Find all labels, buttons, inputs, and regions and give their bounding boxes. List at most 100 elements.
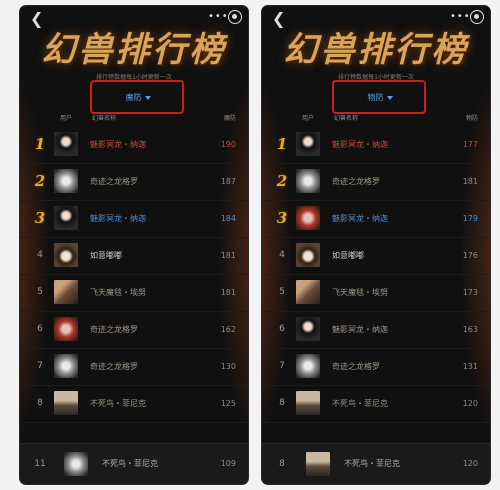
avatar <box>54 132 78 156</box>
rank-medal: 3 <box>34 209 46 227</box>
table-row[interactable]: 1 魅影冥龙・纳迦 190 <box>20 126 248 164</box>
table-row[interactable]: 8 不死鸟・菲尼克 120 <box>262 385 490 423</box>
beast-name: 魅影冥龙・纳迦 <box>332 140 388 149</box>
close-circle-icon[interactable] <box>228 10 242 24</box>
rank-number: 4 <box>37 250 43 260</box>
sort-dropdown[interactable]: 物防 <box>350 90 410 106</box>
header-name: 幻兽名称 <box>92 115 117 122</box>
rank-number: 7 <box>37 361 43 371</box>
header-user: 用户 <box>302 115 315 122</box>
my-rank-number: 11 <box>34 459 46 469</box>
beast-name: 魅影冥龙・纳迦 <box>90 140 146 149</box>
stat-value: 130 <box>220 362 236 371</box>
avatar <box>296 169 320 193</box>
header-value: 物防 <box>465 115 478 122</box>
rank-medal: 1 <box>34 135 46 153</box>
avatar <box>54 243 78 267</box>
rank-number: 8 <box>279 398 285 408</box>
avatar <box>296 206 320 230</box>
my-rank-row[interactable]: 8 不死鸟・菲尼克 120 <box>262 443 490 484</box>
more-dots-icon[interactable]: ••• <box>208 12 228 22</box>
table-row[interactable]: 6 奇迹之龙格罗 162 <box>20 311 248 349</box>
beast-name: 不死鸟・菲尼克 <box>332 399 388 408</box>
rank-number: 7 <box>279 361 285 371</box>
avatar <box>306 452 330 476</box>
table-row[interactable]: 7 奇迹之龙格罗 131 <box>262 348 490 386</box>
my-stat-value: 120 <box>462 459 478 468</box>
beast-name: 如意嘟嘟 <box>90 251 122 260</box>
table-row[interactable]: 2 奇迹之龙格罗 181 <box>262 163 490 201</box>
avatar <box>54 354 78 378</box>
beast-name: 奇迹之龙格罗 <box>90 177 138 186</box>
table-row[interactable]: 2 奇迹之龙格罗 187 <box>20 163 248 201</box>
page-title: 幻兽排行榜 <box>283 30 469 70</box>
stat-value: 176 <box>462 251 478 260</box>
table-row[interactable]: 4 如意嘟嘟 181 <box>20 237 248 275</box>
table-row[interactable]: 5 飞天魔毯・埃努 181 <box>20 274 248 312</box>
stat-value: 131 <box>462 362 478 371</box>
my-rank-row[interactable]: 11 不死鸟・菲尼克 109 <box>20 443 248 484</box>
avatar <box>296 280 320 304</box>
stat-value: 184 <box>220 214 236 223</box>
stat-value: 163 <box>462 325 478 334</box>
stat-value: 181 <box>220 251 236 260</box>
beast-name: 飞天魔毯・埃努 <box>90 288 146 297</box>
table-row[interactable]: 4 如意嘟嘟 176 <box>262 237 490 275</box>
table-row[interactable]: 3 魅影冥龙・纳迦 179 <box>262 200 490 238</box>
beast-name: 奇迹之龙格罗 <box>332 177 380 186</box>
table-row[interactable]: 3 魅影冥龙・纳迦 184 <box>20 200 248 238</box>
table-row[interactable]: 8 不死鸟・菲尼克 125 <box>20 385 248 423</box>
avatar <box>296 243 320 267</box>
avatar <box>54 317 78 341</box>
avatar <box>296 317 320 341</box>
table-row[interactable]: 6 魅影冥龙・纳迦 163 <box>262 311 490 349</box>
avatar <box>296 132 320 156</box>
stat-value: 162 <box>220 325 236 334</box>
table-row[interactable]: 1 魅影冥龙・纳迦 177 <box>262 126 490 164</box>
close-circle-icon[interactable] <box>470 10 484 24</box>
table-header: 用户 幻兽名称 物防 <box>262 112 490 126</box>
sort-dropdown[interactable]: 魔防 <box>108 90 168 106</box>
beast-name: 如意嘟嘟 <box>332 251 364 260</box>
more-dots-icon[interactable]: ••• <box>450 12 470 22</box>
header-name: 幻兽名称 <box>334 115 359 122</box>
rank-number: 5 <box>279 287 285 297</box>
stat-value: 181 <box>220 288 236 297</box>
stat-value: 190 <box>220 140 236 149</box>
beast-name: 魅影冥龙・纳迦 <box>90 214 146 223</box>
header-value: 魔防 <box>223 115 236 122</box>
beast-name: 魅影冥龙・纳迦 <box>332 214 388 223</box>
table-row[interactable]: 7 奇迹之龙格罗 130 <box>20 348 248 386</box>
table-header: 用户 幻兽名称 魔防 <box>20 112 248 126</box>
stat-value: 173 <box>462 288 478 297</box>
rank-medal: 2 <box>34 172 46 190</box>
my-stat-value: 109 <box>220 459 236 468</box>
stat-value: 179 <box>462 214 478 223</box>
avatar <box>296 354 320 378</box>
beast-name: 不死鸟・菲尼克 <box>90 399 146 408</box>
sort-label: 魔防 <box>125 93 142 102</box>
beast-name: 奇迹之龙格罗 <box>332 362 380 371</box>
chevron-down-icon <box>386 95 393 100</box>
stat-value: 120 <box>462 399 478 408</box>
rank-medal: 3 <box>276 209 288 227</box>
avatar <box>54 391 78 415</box>
chevron-down-icon <box>144 95 151 100</box>
beast-name: 魅影冥龙・纳迦 <box>332 325 388 334</box>
rank-number: 6 <box>37 324 43 334</box>
ranking-screen-right: ❮ ••• 幻兽排行榜 排行榜数据每1小时更新一次 物防 用户 幻兽名称 物防 … <box>262 6 490 484</box>
sort-label: 物防 <box>367 93 384 102</box>
table-row[interactable]: 5 飞天魔毯・埃努 173 <box>262 274 490 312</box>
back-icon[interactable]: ❮ <box>30 11 46 27</box>
my-beast-name: 不死鸟・菲尼克 <box>102 459 158 468</box>
stat-value: 187 <box>220 177 236 186</box>
rank-medal: 1 <box>276 135 288 153</box>
ranking-screen-left: ❮ ••• 幻兽排行榜 排行榜数据每1小时更新一次 魔防 用户 幻兽名称 魔防 … <box>20 6 248 484</box>
back-icon[interactable]: ❮ <box>272 11 288 27</box>
stat-value: 177 <box>462 140 478 149</box>
avatar <box>296 391 320 415</box>
avatar <box>64 452 88 476</box>
rank-number: 8 <box>37 398 43 408</box>
beast-name: 奇迹之龙格罗 <box>90 362 138 371</box>
avatar <box>54 206 78 230</box>
